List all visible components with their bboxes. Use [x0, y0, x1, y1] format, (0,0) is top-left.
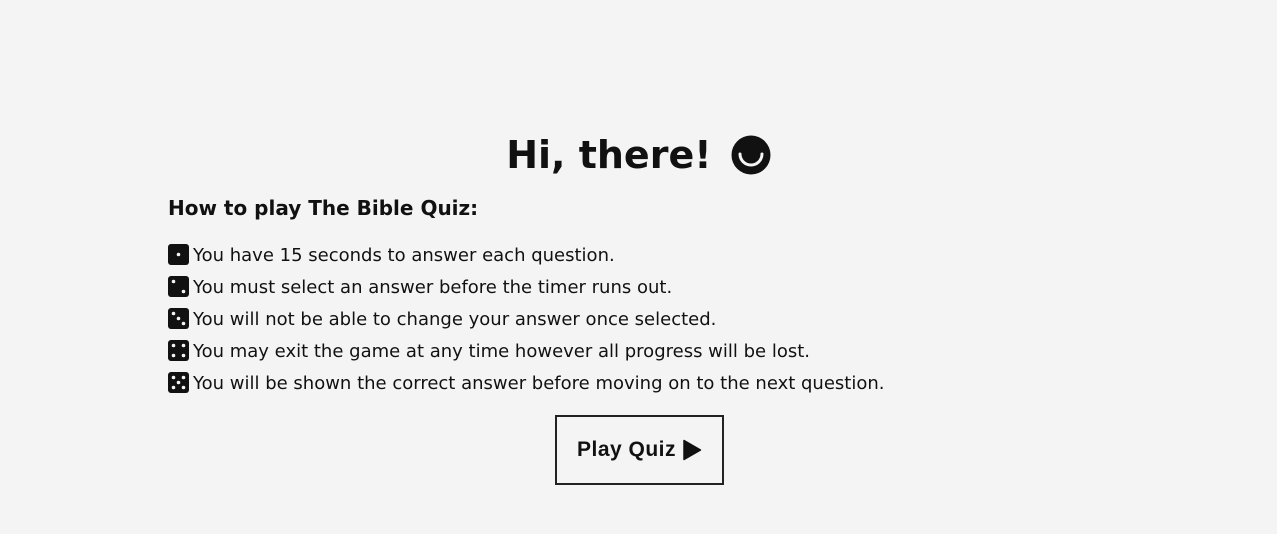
rule-text: You have 15 seconds to answer each quest… — [193, 245, 615, 266]
rule-text: You will not be able to change your answ… — [193, 309, 717, 330]
rule-item: You have 15 seconds to answer each quest… — [168, 240, 885, 272]
rule-item: You will not be able to change your answ… — [168, 304, 885, 336]
play-quiz-button[interactable]: Play Quiz — [555, 415, 724, 485]
play-quiz-label: Play Quiz — [576, 438, 677, 461]
rule-item: You will be shown the correct answer bef… — [168, 368, 885, 400]
rule-text: You may exit the game at any time howeve… — [193, 341, 811, 362]
rules-list: You have 15 seconds to answer each quest… — [168, 240, 885, 400]
die-five-icon — [168, 371, 189, 393]
greeting-heading: Hi, there! — [0, 130, 1277, 180]
die-three-icon — [168, 307, 189, 329]
die-four-icon — [168, 339, 189, 361]
rule-item: You may exit the game at any time howeve… — [168, 336, 885, 368]
rule-item: You must select an answer before the tim… — [168, 272, 885, 304]
rule-text: You must select an answer before the tim… — [193, 277, 673, 298]
greeting-text: Hi, there! — [506, 133, 712, 177]
play-icon — [683, 439, 702, 461]
die-two-icon — [168, 275, 189, 297]
page: Hi, there! How to play The Bible Quiz: Y… — [0, 0, 1277, 534]
die-one-icon — [168, 243, 189, 265]
rule-text: You will be shown the correct answer bef… — [193, 373, 885, 394]
smile-icon — [731, 135, 771, 174]
instructions-title: How to play The Bible Quiz: — [168, 196, 479, 220]
